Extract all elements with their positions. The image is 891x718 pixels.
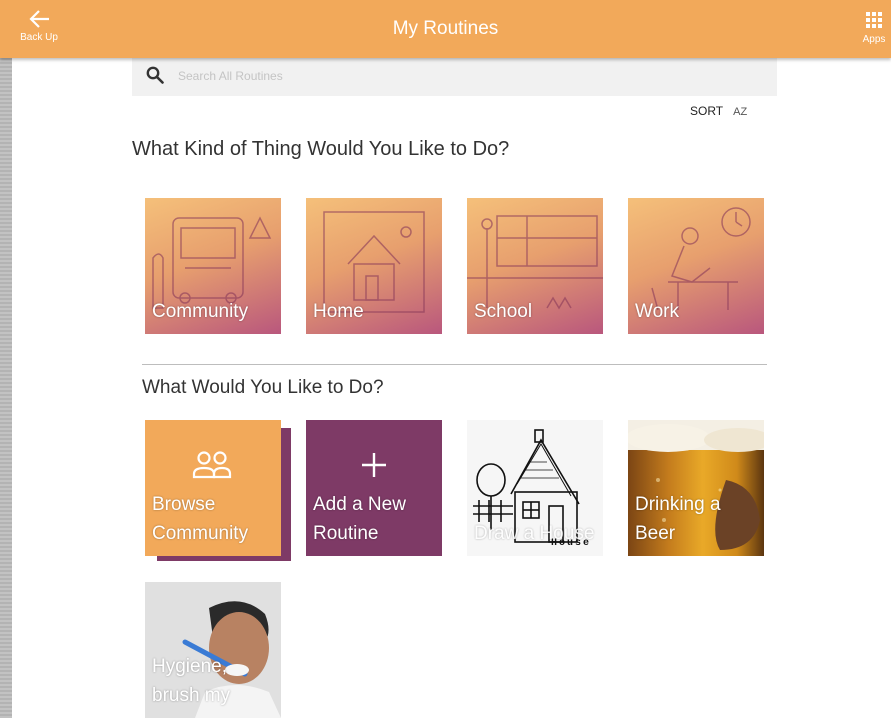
app-header: Back Up My Routines Apps — [0, 0, 891, 58]
apps-label: Apps — [862, 34, 886, 45]
routine-label: Drinking a Beer — [635, 494, 721, 544]
apps-grid-icon — [866, 12, 882, 28]
search-input[interactable] — [178, 65, 758, 87]
search-bar[interactable] — [132, 56, 777, 96]
main-content: SORT AZ What Kind of Thing Would You Like… — [12, 0, 891, 718]
routine-label: Draw a House — [474, 523, 595, 544]
routines-heading: What Would You Like to Do? — [142, 377, 384, 398]
category-tile-work[interactable]: Work — [628, 198, 764, 334]
add-routine-button[interactable]: Add a New Routine — [306, 420, 442, 556]
category-label: Home — [313, 301, 364, 322]
category-label: Community — [152, 301, 249, 322]
section-divider — [142, 364, 767, 365]
search-icon — [146, 66, 164, 84]
plus-icon — [362, 453, 386, 477]
sort-az-icon: AZ — [733, 106, 748, 118]
routine-tile-drinking-a-beer[interactable]: Drinking a Beer — [628, 420, 764, 556]
categories-heading: What Kind of Thing Would You Like to Do? — [132, 138, 510, 160]
routine-tile-draw-a-house[interactable]: House Draw a House — [467, 420, 603, 556]
add-routine-label: Add a New Routine — [313, 494, 406, 544]
sort-button[interactable]: SORT AZ — [690, 104, 747, 118]
routine-label: Hygiene, brush my — [152, 656, 231, 706]
browse-community-button[interactable]: Browse Community — [145, 420, 281, 556]
browse-community-label: Browse Community — [152, 494, 249, 544]
people-icon — [192, 451, 232, 479]
category-label: School — [474, 301, 533, 322]
category-tile-home[interactable]: Home — [306, 198, 442, 334]
page-title: My Routines — [392, 18, 499, 39]
sort-label: SORT — [690, 104, 724, 118]
routine-tile-hygiene[interactable]: Hygiene, brush my — [145, 582, 281, 718]
category-tile-school[interactable]: School — [467, 198, 603, 334]
apps-button[interactable]: Apps — [859, 12, 889, 52]
category-tile-community[interactable]: Community — [145, 198, 281, 334]
category-label: Work — [635, 301, 679, 322]
